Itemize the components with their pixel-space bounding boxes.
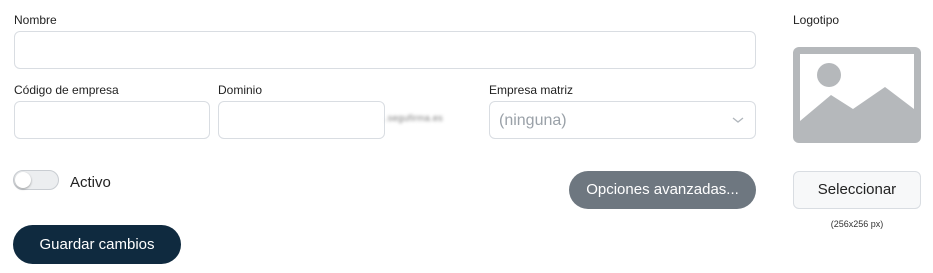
company-code-input[interactable]	[14, 101, 210, 139]
select-logo-button[interactable]: Seleccionar	[793, 171, 921, 209]
toggle-knob	[15, 172, 31, 188]
active-label: Activo	[70, 174, 111, 191]
logo-size-hint: (256x256 px)	[830, 219, 884, 229]
active-toggle[interactable]	[13, 170, 59, 190]
advanced-options-button[interactable]: Opciones avanzadas...	[569, 171, 756, 209]
domain-label: Dominio	[218, 83, 263, 97]
domain-input[interactable]	[218, 101, 385, 139]
chevron-down-icon	[732, 117, 744, 123]
save-changes-button[interactable]: Guardar cambios	[13, 225, 181, 264]
parent-company-select[interactable]: (ninguna)	[489, 101, 756, 139]
image-placeholder-icon	[800, 54, 914, 136]
domain-suffix: .segufirma.es	[385, 113, 443, 123]
logo-label: Logotipo	[793, 13, 840, 27]
parent-company-value: (ninguna)	[499, 112, 567, 129]
parent-company-label: Empresa matriz	[489, 83, 574, 97]
name-label: Nombre	[14, 13, 57, 27]
name-input[interactable]	[14, 31, 756, 69]
logo-preview	[793, 47, 921, 143]
company-code-label: Código de empresa	[14, 83, 119, 97]
